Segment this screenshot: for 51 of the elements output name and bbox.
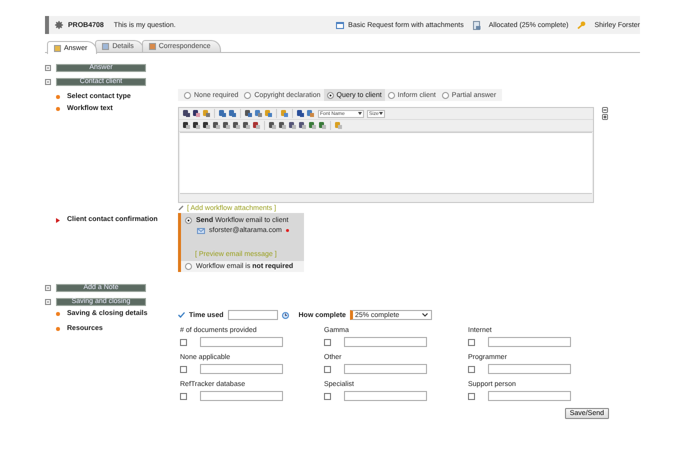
resource-field[interactable] — [344, 391, 427, 401]
radio-button[interactable] — [185, 263, 192, 270]
checkbox[interactable] — [324, 392, 331, 400]
resource-field[interactable] — [200, 337, 283, 347]
radio-button[interactable] — [388, 92, 395, 98]
checkbox[interactable] — [468, 366, 475, 372]
checkbox[interactable] — [468, 338, 475, 346]
checkbox[interactable] — [180, 338, 187, 346]
bullet-icon — [56, 106, 60, 110]
gear-icon — [55, 21, 63, 29]
key-icon — [577, 21, 586, 29]
collapse-toggle-icon[interactable] — [45, 78, 51, 84]
bullet-icon — [56, 312, 60, 316]
caret-icon — [358, 112, 362, 115]
resource-field[interactable] — [344, 337, 427, 347]
arrow-marker-icon — [56, 218, 60, 222]
envelope-icon — [197, 228, 205, 234]
radio-button[interactable] — [326, 92, 334, 98]
bullet-icon — [56, 94, 60, 98]
page-icon — [148, 43, 156, 50]
collapse-toggle-icon[interactable] — [45, 284, 51, 290]
radio-button[interactable] — [442, 92, 449, 98]
resource-field[interactable] — [200, 391, 283, 401]
collapse-toggle-icon[interactable] — [45, 64, 51, 70]
caret-icon — [379, 112, 383, 115]
radio-button[interactable] — [244, 92, 252, 98]
chevron-down-icon — [422, 313, 428, 317]
resource-field[interactable] — [488, 391, 571, 401]
resource-field[interactable] — [344, 364, 427, 374]
resource-field[interactable] — [200, 364, 283, 374]
radio-button[interactable] — [185, 217, 192, 224]
checkbox[interactable] — [324, 366, 331, 372]
required-marker — [286, 227, 289, 234]
resource-field[interactable] — [488, 364, 571, 374]
clock-icon[interactable] — [282, 312, 288, 318]
time-used-field[interactable] — [228, 310, 278, 320]
check-icon — [178, 312, 185, 318]
collapse-toggle-icon[interactable] — [45, 298, 51, 304]
resource-field[interactable] — [488, 337, 571, 347]
document-icon — [472, 20, 481, 30]
bullet-icon — [56, 326, 60, 330]
expand-icon[interactable] — [602, 114, 608, 120]
checkbox[interactable] — [180, 392, 187, 400]
radio-button[interactable] — [184, 92, 191, 98]
checkbox[interactable] — [468, 392, 475, 400]
page-icon — [102, 43, 110, 50]
checkbox[interactable] — [180, 366, 187, 372]
checkbox[interactable] — [324, 338, 331, 346]
collapse-icon[interactable] — [602, 107, 608, 113]
page-icon — [54, 44, 61, 52]
form-icon — [336, 22, 344, 28]
